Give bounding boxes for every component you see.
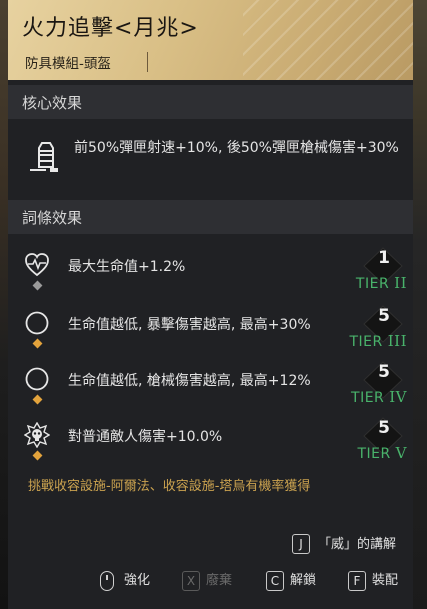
action-bar: 強化 X 廢棄 C 解鎖 F 裝配 (8, 569, 413, 591)
item-title: 火力追擊<月兆> (22, 16, 199, 41)
unlock-key: C (266, 570, 284, 591)
tier-label: TIER III (350, 332, 408, 350)
trait-text: 生命值越低, 槍械傷害越高, 最高+12% (68, 373, 311, 389)
tier-value: 5 (378, 362, 390, 382)
core-effect-header: 核心效果 (8, 85, 413, 119)
discard-button[interactable]: X 廢棄 (182, 569, 232, 591)
trait-text: 最大生命值+1.2% (68, 259, 186, 275)
bullet-icon (30, 142, 58, 172)
item-tooltip-panel: 火力追擊<月兆> 防具模組-頭盔 核心效果 前50%彈匣射速+10%, 後50%… (8, 0, 413, 609)
trait-row[interactable]: 生命值越低, 暴擊傷害越高, 最高+30% 5 TIER III (8, 305, 413, 362)
hint-key: J (292, 534, 310, 554)
discard-key: X (182, 570, 200, 591)
tier-numeral: V (395, 444, 407, 462)
tier-value: 5 (378, 418, 390, 438)
moon-icon (25, 367, 49, 391)
upgrade-label: 強化 (124, 573, 151, 588)
equip-label: 裝配 (372, 573, 399, 588)
tier-prefix: TIER (349, 334, 388, 350)
core-effect-description: 前50%彈匣射速+10%, 後50%彈匣槍械傷害+30% (74, 140, 399, 156)
discard-label: 廢棄 (206, 573, 233, 588)
unlock-label: 解鎖 (290, 573, 317, 588)
mouse-icon (100, 570, 114, 591)
core-effect-heading: 核心效果 (22, 94, 83, 112)
skull-burst-icon (24, 422, 50, 448)
tier-prefix: TIER (355, 276, 395, 292)
heart-pulse-icon (25, 253, 49, 277)
rarity-diamond (32, 280, 43, 291)
tier-label: TIER II (356, 274, 407, 292)
background-right-edge (411, 0, 427, 609)
item-header: 火力追擊<月兆> 防具模組-頭盔 (8, 0, 413, 80)
trait-text: 對普通敵人傷害+10.0% (68, 429, 223, 445)
tier-numeral: III (387, 332, 407, 350)
unlock-button[interactable]: C 解鎖 (266, 569, 316, 591)
equip-button[interactable]: F 裝配 (348, 569, 398, 591)
tier-value: 1 (378, 248, 390, 268)
rarity-diamond (32, 450, 43, 461)
traits-heading: 詞條效果 (22, 209, 83, 227)
moon-icon (25, 311, 49, 335)
tier-value: 5 (378, 306, 390, 326)
header-divider (147, 52, 148, 72)
explanation-hint[interactable]: J 「威」的講解 (292, 533, 396, 554)
rarity-diamond (32, 394, 43, 405)
item-type: 防具模組-頭盔 (25, 56, 111, 72)
trait-text: 生命值越低, 暴擊傷害越高, 最高+30% (68, 317, 311, 333)
tier-numeral: IV (389, 388, 407, 406)
rarity-diamond (32, 338, 43, 349)
equip-key: F (348, 570, 366, 591)
header-pattern (243, 0, 413, 80)
tier-numeral: II (394, 274, 407, 292)
tier-label: TIER V (357, 444, 407, 462)
tier-prefix: TIER (357, 446, 396, 462)
tier-prefix: TIER (351, 390, 390, 406)
traits-header: 詞條效果 (8, 200, 413, 234)
trait-row[interactable]: 對普通敵人傷害+10.0% 5 TIER V (8, 417, 413, 474)
trait-row[interactable]: 最大生命值+1.2% 1 TIER II (8, 247, 413, 304)
upgrade-button[interactable]: 強化 (100, 569, 150, 591)
hint-label: 「威」的講解 (318, 537, 397, 552)
acquisition-source: 挑戰收容設施-阿爾法、收容設施-塔烏有機率獲得 (28, 479, 311, 494)
trait-row[interactable]: 生命值越低, 槍械傷害越高, 最高+12% 5 TIER IV (8, 361, 413, 418)
tier-label: TIER IV (351, 388, 407, 406)
